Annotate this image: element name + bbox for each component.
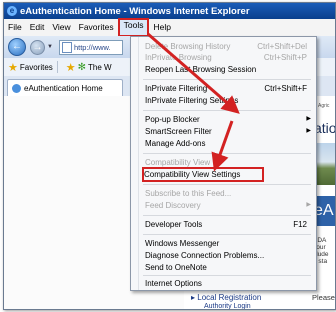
menu-view[interactable]: View (48, 20, 74, 35)
menu-separator (143, 184, 311, 185)
title-bar: e eAuthentication Home - Windows Interne… (4, 3, 335, 19)
tools-menu: Delete Browsing History Ctrl+Shift+Del I… (130, 36, 317, 291)
menu-item-label: Developer Tools (145, 220, 203, 229)
window-title: eAuthentication Home - Windows Internet … (20, 5, 250, 17)
menu-item-feed-discovery[interactable]: Feed Discovery ▶ (145, 200, 313, 211)
forward-button[interactable]: → (30, 39, 45, 55)
menu-item-windows-messenger[interactable]: Windows Messenger (145, 238, 313, 249)
menu-gutter (131, 37, 139, 290)
submenu-arrow-icon: ▶ (306, 128, 311, 134)
menu-item-manage-addons[interactable]: Manage Add-ons (145, 138, 313, 149)
menu-item-shortcut: Ctrl+Shift+Del (257, 42, 307, 51)
browser-window: e eAuthentication Home - Windows Interne… (3, 2, 336, 310)
menu-item-shortcut: F12 (293, 220, 307, 229)
menu-item-delete-browsing-history[interactable]: Delete Browsing History Ctrl+Shift+Del (145, 41, 313, 52)
favorites-button[interactable]: Favorites (20, 63, 53, 72)
menu-item-label: Pop-up Blocker (145, 115, 200, 124)
favorites-star-icon[interactable]: ★ (8, 61, 18, 74)
menu-item-label: InPrivate Browsing (145, 53, 212, 62)
menu-item-label: Internet Options (145, 279, 202, 288)
tab-eauthentication-home[interactable]: eAuthentication Home (7, 79, 123, 96)
menu-separator (143, 79, 311, 80)
menu-item-shortcut: Ctrl+Shift+F (264, 84, 307, 93)
suggested-sites-link[interactable]: The W (88, 63, 112, 72)
menu-item-label: Diagnose Connection Problems... (145, 251, 265, 260)
menu-item-label: Send to OneNote (145, 263, 207, 272)
address-bar[interactable]: http://www. (58, 39, 123, 55)
local-registration-label: Local Registration (197, 293, 262, 302)
menu-item-reopen-last-session[interactable]: Reopen Last Browsing Session (145, 64, 313, 75)
menu-item-send-to-onenote[interactable]: Send to OneNote (145, 262, 313, 273)
ie-logo-icon: e (7, 6, 17, 16)
suggested-sites-icon[interactable]: ✻ (78, 62, 86, 73)
submenu-arrow-icon: ▶ (306, 202, 311, 208)
menu-edit[interactable]: Edit (26, 20, 49, 35)
local-registration-link[interactable]: ▸ Local Registration (191, 293, 261, 302)
menu-favorites[interactable]: Favorites (75, 20, 118, 35)
menu-item-label: Subscribe to this Feed... (145, 189, 232, 198)
back-button[interactable]: ← (8, 38, 26, 56)
menu-item-inprivate-browsing[interactable]: InPrivate Browsing Ctrl+Shift+P (145, 52, 313, 63)
menu-item-label: Compatibility View Settings (144, 170, 241, 179)
menu-item-compatibility-view-settings[interactable]: Compatibility View Settings (142, 167, 264, 182)
add-favorite-icon[interactable]: ★ (66, 61, 76, 74)
page-favicon-icon (12, 83, 21, 93)
menu-bar: File Edit View Favorites Tools Help (4, 18, 335, 37)
page-icon (61, 41, 72, 53)
menu-item-popup-blocker[interactable]: Pop-up Blocker ▶ (145, 114, 313, 125)
menu-item-label: Delete Browsing History (145, 42, 231, 51)
menu-help[interactable]: Help (149, 20, 174, 35)
menu-item-label: Feed Discovery (145, 201, 201, 210)
menu-item-label: Windows Messenger (145, 239, 220, 248)
menu-item-label: Compatibility View (145, 158, 211, 167)
page-agric-text: Agric (318, 103, 330, 109)
menu-item-diagnose-connection[interactable]: Diagnose Connection Problems... (145, 250, 313, 261)
please-text: Please (312, 293, 335, 302)
history-dropdown-icon[interactable]: ▼ (47, 44, 53, 50)
menu-item-developer-tools[interactable]: Developer Tools F12 (145, 219, 313, 230)
menu-tools[interactable]: Tools (117, 18, 150, 37)
submenu-arrow-icon: ▶ (306, 116, 311, 122)
menu-item-inprivate-filtering[interactable]: InPrivate Filtering Ctrl+Shift+F (145, 83, 313, 94)
menu-separator (143, 215, 311, 216)
menu-item-compatibility-view[interactable]: Compatibility View (145, 157, 313, 168)
menu-separator (143, 234, 311, 235)
menu-item-label: Reopen Last Browsing Session (145, 65, 257, 74)
menu-item-label: InPrivate Filtering Settings (145, 96, 239, 105)
menu-item-internet-options[interactable]: Internet Options (145, 278, 313, 289)
authority-login-link[interactable]: Authority Login (204, 303, 251, 309)
address-value: http://www. (73, 42, 111, 52)
menu-item-smartscreen-filter[interactable]: SmartScreen Filter ▶ (145, 126, 313, 137)
menu-item-label: InPrivate Filtering (145, 84, 208, 93)
menu-file[interactable]: File (4, 20, 26, 35)
menu-separator (143, 110, 311, 111)
tab-label: eAuthentication Home (24, 83, 103, 93)
menu-item-inprivate-filtering-settings[interactable]: InPrivate Filtering Settings (145, 95, 313, 106)
menu-separator (143, 153, 311, 154)
menu-separator (143, 275, 311, 276)
page-heading-fragment: atio (314, 120, 336, 136)
menu-item-label: Manage Add-ons (145, 139, 206, 148)
menu-item-shortcut: Ctrl+Shift+P (263, 53, 307, 62)
favorites-separator (56, 61, 58, 73)
menu-item-label: SmartScreen Filter (145, 127, 212, 136)
menu-item-subscribe-feed[interactable]: Subscribe to this Feed... (145, 188, 313, 199)
